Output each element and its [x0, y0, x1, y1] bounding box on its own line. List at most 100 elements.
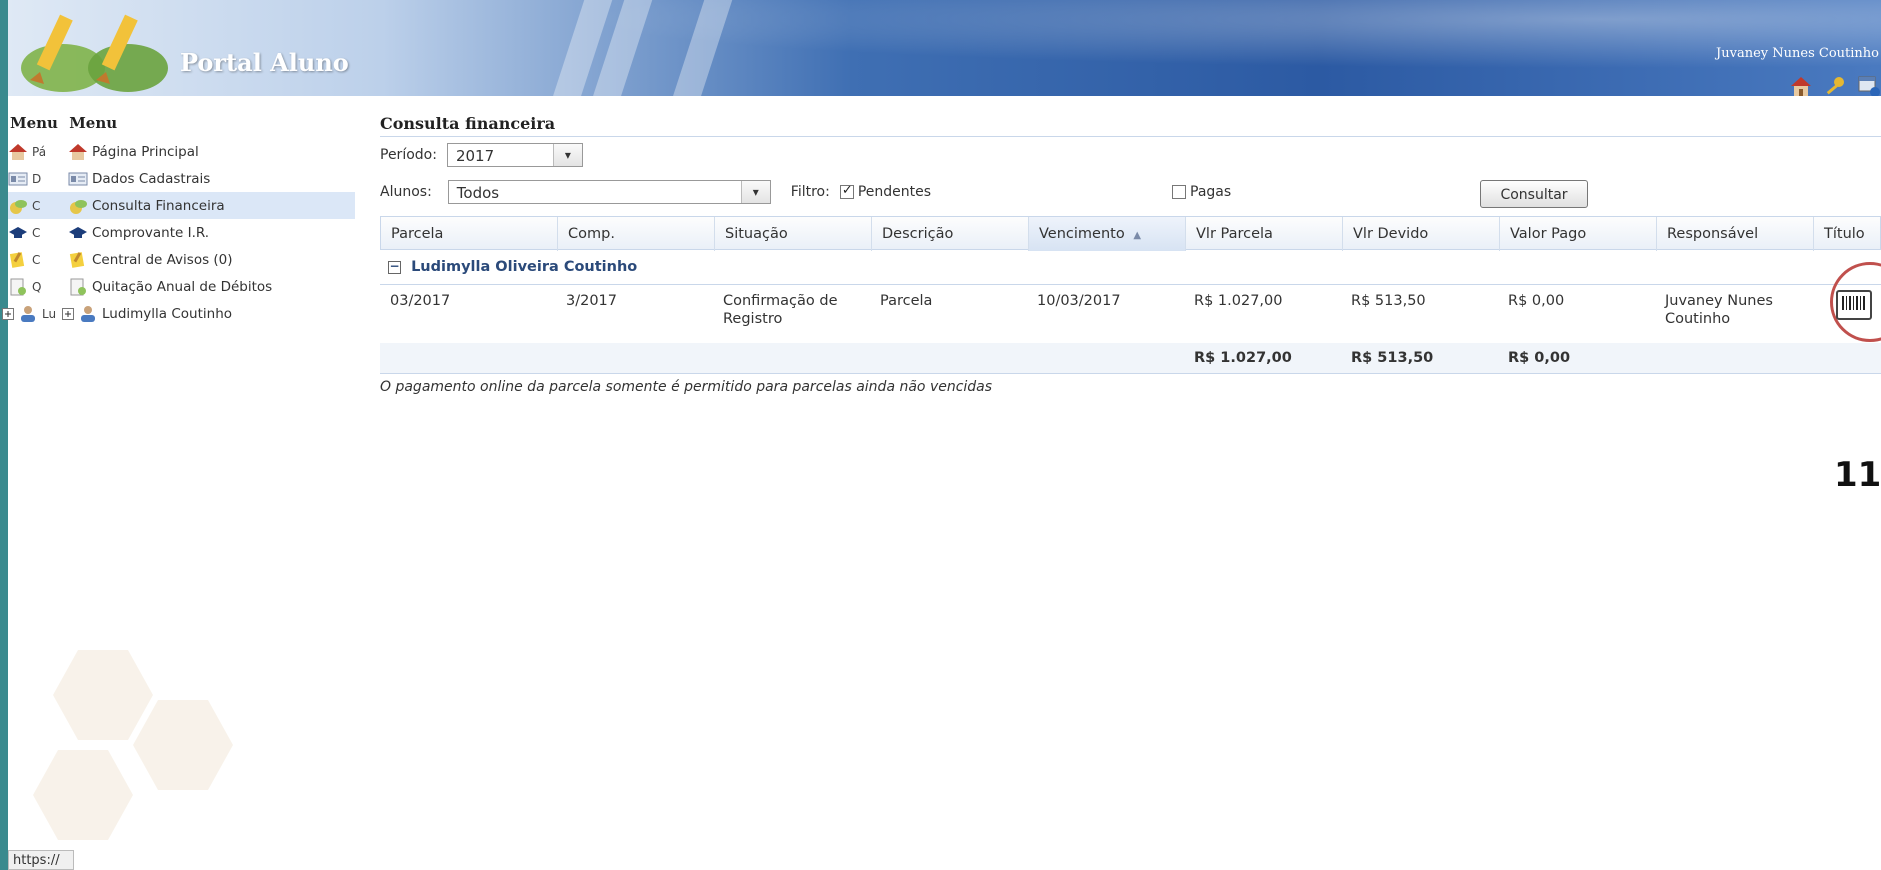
sidebar-item-ludimylla[interactable]: Lu Ludimylla Coutinho [2, 300, 355, 327]
sidebar-item-label: Dados Cadastrais [92, 170, 211, 187]
column-header-situacao[interactable]: Situação [714, 217, 871, 251]
id-card-icon [68, 172, 88, 185]
column-header-vlr-devido[interactable]: Vlr Devido [1342, 217, 1499, 251]
sidebar-item-label: Página Principal [92, 143, 199, 160]
expand-plus-icon[interactable] [2, 305, 14, 323]
main-content: Consulta financeira [380, 114, 1881, 137]
pagas-checkbox[interactable] [1172, 185, 1186, 199]
sidebar-item-consulta-financeira[interactable]: C Consulta Financeira [8, 192, 355, 219]
document-icon [70, 278, 86, 295]
notepad-icon [69, 251, 85, 268]
column-header-descricao[interactable]: Descrição [871, 217, 1028, 251]
home-icon[interactable] [1789, 74, 1813, 96]
status-bar-url: https:// [8, 850, 74, 870]
barcode-icon[interactable] [1836, 290, 1872, 320]
pendentes-label: Pendentes [857, 184, 932, 200]
sidebar-item-dados-cadastrais[interactable]: D Dados Cadastrais [8, 165, 355, 192]
cell-comp: 3/2017 [566, 293, 618, 309]
left-edge-strip [0, 0, 8, 870]
cell-vlr-parcela: R$ 1.027,00 [1194, 293, 1283, 309]
totals-row: R$ 1.027,00 R$ 513,50 R$ 0,00 [380, 343, 1881, 374]
total-vlr-parcela: R$ 1.027,00 [1194, 350, 1292, 366]
filtro-label: Filtro: [790, 184, 830, 200]
alunos-row: Alunos: Todos ▾ Filtro: Pendentes [380, 180, 931, 204]
sidebar-item-abbr: C [32, 225, 41, 240]
column-header-valor-pago[interactable]: Valor Pago [1499, 217, 1656, 251]
portal-logo [21, 14, 168, 92]
sidebar-item-abbr: Q [32, 279, 42, 294]
sidebar-item-label: Central de Avisos (0) [92, 251, 233, 268]
column-header-vencimento[interactable]: Vencimento ▲ [1028, 217, 1185, 251]
pendentes-checkbox[interactable] [839, 183, 854, 199]
id-card-icon [8, 172, 28, 185]
consultar-button[interactable]: Consultar [1480, 180, 1588, 208]
sidebar-item-abbr: C [32, 252, 41, 267]
sidebar-item-quitacao-anual[interactable]: Q Quitação Anual de Débitos [8, 273, 355, 300]
expand-plus-icon[interactable] [62, 305, 74, 323]
money-icon [10, 199, 27, 214]
sidebar-item-label: Comprovante I.R. [92, 224, 210, 241]
key-icon[interactable] [1823, 74, 1847, 96]
cell-responsavel: Juvaney Nunes Coutinho [1665, 293, 1773, 327]
column-header-parcela[interactable]: Parcela [381, 217, 557, 251]
window-icon[interactable] [1857, 74, 1881, 96]
collapse-minus-icon[interactable]: − [388, 260, 401, 274]
cell-vlr-devido: R$ 513,50 [1351, 293, 1426, 309]
sort-ascending-icon: ▲ [1133, 230, 1142, 241]
column-header-vlr-parcela[interactable]: Vlr Parcela [1185, 217, 1342, 251]
sidebar-item-comprovante-ir[interactable]: C Comprovante I.R. [8, 219, 355, 246]
periodo-value: 2017 [455, 147, 495, 165]
document-icon [10, 278, 26, 295]
header-banner: Portal Aluno Juvaney Nunes Coutinho [8, 0, 1881, 96]
sidebar: Menu Menu Pá Página Principal D Dados Ca… [2, 110, 355, 327]
periodo-row: Período: 2017 ▾ [380, 143, 583, 167]
total-vlr-devido: R$ 513,50 [1351, 350, 1434, 366]
periodo-label: Período: [380, 147, 437, 163]
sidebar-item-pagina-principal[interactable]: Pá Página Principal [8, 138, 355, 165]
pagas-row: Pagas [1172, 184, 1231, 200]
header-toolbar [1789, 74, 1881, 96]
cell-vencimento: 10/03/2017 [1037, 293, 1121, 309]
alunos-value: Todos [456, 184, 500, 202]
money-icon [70, 199, 87, 214]
sidebar-item-label: Quitação Anual de Débitos [92, 278, 273, 295]
page-title: Consulta financeira [380, 114, 1881, 137]
user-icon [81, 305, 95, 322]
cell-situacao: Confirmação de Registro [723, 293, 838, 327]
cell-valor-pago: R$ 0,00 [1508, 293, 1565, 309]
sidebar-item-abbr: Pá [32, 144, 47, 159]
portal-title: Portal Aluno [180, 48, 349, 77]
cell-parcela: 03/2017 [390, 293, 451, 309]
sidebar-item-central-avisos[interactable]: C Central de Avisos (0) [8, 246, 355, 273]
user-icon [21, 305, 35, 322]
total-valor-pago: R$ 0,00 [1508, 350, 1571, 366]
home-icon [69, 143, 87, 160]
sidebar-item-label: Ludimylla Coutinho [102, 305, 233, 322]
menu-header: Menu [69, 114, 118, 132]
menu-header-short: Menu [10, 114, 58, 132]
periodo-select[interactable]: 2017 ▾ [446, 143, 583, 167]
column-header-comp[interactable]: Comp. [557, 217, 714, 251]
table-row[interactable]: 03/2017 3/2017 Confirmação de Registro P… [380, 284, 1881, 344]
pagas-label: Pagas [1190, 184, 1232, 200]
sidebar-item-abbr: D [32, 171, 42, 186]
graduation-cap-icon [9, 226, 27, 238]
column-header-titulo[interactable]: Título [1813, 217, 1881, 251]
sidebar-item-abbr: C [32, 198, 41, 213]
step-number-annotation: 11 [1834, 455, 1881, 495]
column-header-label: Vencimento [1039, 226, 1125, 242]
background-watermark [33, 650, 233, 840]
chevron-down-icon[interactable]: ▾ [740, 181, 770, 203]
column-header-responsavel[interactable]: Responsável [1656, 217, 1813, 251]
sidebar-item-abbr: Lu [42, 306, 57, 321]
sidebar-header: Menu Menu [8, 110, 355, 138]
group-name: Ludimylla Oliveira Coutinho [411, 259, 638, 275]
chevron-down-icon[interactable]: ▾ [552, 144, 582, 166]
alunos-label: Alunos: [380, 184, 432, 200]
user-name: Juvaney Nunes Coutinho [1716, 46, 1879, 61]
cell-descricao: Parcela [880, 293, 933, 309]
payment-note: O pagamento online da parcela somente é … [380, 379, 993, 395]
graduation-cap-icon [69, 226, 87, 238]
alunos-select[interactable]: Todos ▾ [447, 180, 771, 204]
sidebar-item-label: Consulta Financeira [92, 197, 225, 214]
